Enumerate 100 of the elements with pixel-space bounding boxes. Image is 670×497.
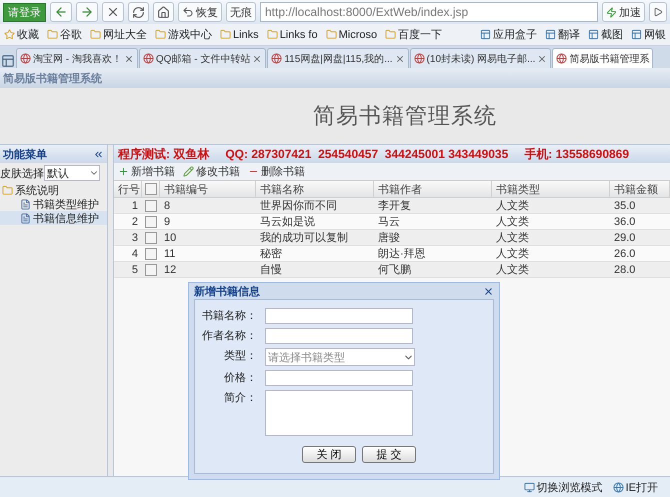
page-icon <box>142 53 154 64</box>
undo-icon <box>182 6 194 18</box>
back-button[interactable] <box>50 2 72 22</box>
info-text: 程序测试: 双鱼林 <box>118 146 210 162</box>
checkbox[interactable] <box>145 200 157 212</box>
bookmark[interactable]: Links <box>220 28 259 40</box>
close-icon <box>106 5 120 19</box>
toolbar-item[interactable]: 翻译 <box>545 27 580 42</box>
browser-tab[interactable]: 简易版书籍管理系 <box>552 48 654 68</box>
table-cell: 何飞鹏 <box>374 262 492 278</box>
checkbox[interactable] <box>145 183 157 195</box>
bookmark[interactable]: 谷歌 <box>47 27 82 42</box>
toolbar-item[interactable]: 网银 <box>631 27 666 42</box>
star-icon <box>4 29 15 40</box>
dialog-button[interactable]: 提 交 <box>362 446 416 463</box>
input-field[interactable] <box>265 308 413 324</box>
toolbar-button[interactable]: 新增书籍 <box>118 164 175 179</box>
tree-item[interactable]: 书籍信息维护 <box>0 211 107 225</box>
column-header[interactable]: 书籍作者 <box>374 181 492 198</box>
table-cell: 36.0 <box>610 214 670 230</box>
bookmark[interactable]: Microso <box>326 28 378 40</box>
skin-label: 皮肤选择 <box>0 166 44 180</box>
checkbox[interactable] <box>145 264 157 276</box>
table-cell: 人文类 <box>492 246 610 262</box>
table-cell: 自慢 <box>256 262 374 278</box>
type-select[interactable]: 请选择书籍类型 <box>265 348 415 366</box>
page-icon <box>556 53 568 64</box>
browser-tab[interactable]: 115网盘|网盘|115,我的... <box>267 48 409 68</box>
table-cell: 马云 <box>374 214 492 230</box>
browser-tab[interactable]: QQ邮箱 - 文件中转站 <box>138 48 266 68</box>
page-title: 简易版书籍管理系统 <box>0 68 670 88</box>
table-cell: 12 <box>160 262 256 278</box>
field-label: 价格： <box>223 371 257 386</box>
column-header[interactable]: 书籍类型 <box>492 181 610 198</box>
address-field[interactable]: http://localhost:8000/ExtWeb/index.jsp <box>260 2 598 22</box>
page-icon <box>20 198 31 210</box>
table-cell: 唐骏 <box>374 230 492 246</box>
checkbox[interactable] <box>145 248 157 260</box>
bookmark[interactable]: Links fo <box>266 28 318 40</box>
table-cell: 9 <box>160 214 256 230</box>
table-cell: 朗达·拜恩 <box>374 246 492 262</box>
stop-button[interactable] <box>102 2 124 22</box>
table-cell: 28.0 <box>610 262 670 278</box>
text-area[interactable] <box>265 390 413 436</box>
table-cell: 人文类 <box>492 198 610 214</box>
globe-icon <box>612 482 624 492</box>
accelerate-button[interactable]: 加速 <box>602 2 645 22</box>
status-item[interactable]: IE打开 <box>612 480 658 494</box>
table-cell: 马云如是说 <box>256 214 374 230</box>
browser-tab[interactable]: (10封未读) 网易电子邮... <box>410 48 552 68</box>
folder-icon <box>90 29 101 40</box>
field-label: 书籍名称： <box>201 309 257 324</box>
row-number: 4 <box>114 246 142 262</box>
column-header[interactable]: 书籍名称 <box>256 181 374 198</box>
page-icon <box>414 53 425 64</box>
dialog-button[interactable]: 关 闭 <box>302 446 356 463</box>
refresh-button[interactable] <box>128 2 149 22</box>
bookmark[interactable]: 收藏 <box>4 27 39 42</box>
home-button[interactable] <box>153 2 174 22</box>
table-cell: 秘密 <box>256 246 374 262</box>
column-header[interactable]: 书籍编号 <box>160 181 256 198</box>
forward-button[interactable] <box>76 2 98 22</box>
browser-tab[interactable]: 淘宝网 - 淘我喜欢！ <box>16 48 138 68</box>
restore-button[interactable]: 恢复 <box>178 2 222 22</box>
home-icon <box>157 6 170 18</box>
folder-icon <box>2 184 13 196</box>
collapse-icon <box>93 148 104 160</box>
tree-item[interactable]: 系统说明 <box>0 183 107 197</box>
close-icon <box>124 54 134 64</box>
monitor-icon <box>524 482 535 492</box>
checkbox[interactable] <box>145 232 157 244</box>
incognito-button[interactable]: 无痕 <box>226 2 256 22</box>
bookmark[interactable]: 游戏中心 <box>155 27 212 42</box>
app-icon <box>480 29 491 40</box>
toolbar-button[interactable]: 修改书籍 <box>183 164 240 179</box>
toolbar-button[interactable]: 删除书籍 <box>248 164 305 179</box>
folder-icon <box>266 29 278 40</box>
skin-select[interactable]: 默认 <box>44 165 100 181</box>
field-label: 作者名称： <box>201 329 257 344</box>
folder-icon <box>220 29 231 40</box>
app-icon <box>631 29 642 40</box>
bookmark[interactable]: 百度一下 <box>385 27 442 42</box>
input-field[interactable] <box>265 370 413 386</box>
toolbar-item[interactable]: 截图 <box>588 27 623 42</box>
close-icon <box>394 54 405 64</box>
checkbox[interactable] <box>145 216 157 228</box>
column-header[interactable]: 书籍金额 <box>610 181 670 198</box>
input-field[interactable] <box>265 328 413 344</box>
play-button[interactable] <box>649 2 667 22</box>
toolbar-item[interactable]: 应用盒子 <box>480 27 537 42</box>
pencil-icon <box>183 166 194 177</box>
tree-item[interactable]: 书籍类型维护 <box>0 197 107 211</box>
bookmark[interactable]: 网址大全 <box>90 27 147 42</box>
table-cell: 人文类 <box>492 214 610 230</box>
table-cell: 我的成功可以复制 <box>256 230 374 246</box>
close-icon <box>252 54 262 64</box>
status-item[interactable]: 切换浏览模式 <box>524 480 603 494</box>
login-button[interactable]: 请登录 <box>3 2 46 22</box>
row-number: 1 <box>114 198 142 214</box>
forward-icon <box>80 5 94 19</box>
